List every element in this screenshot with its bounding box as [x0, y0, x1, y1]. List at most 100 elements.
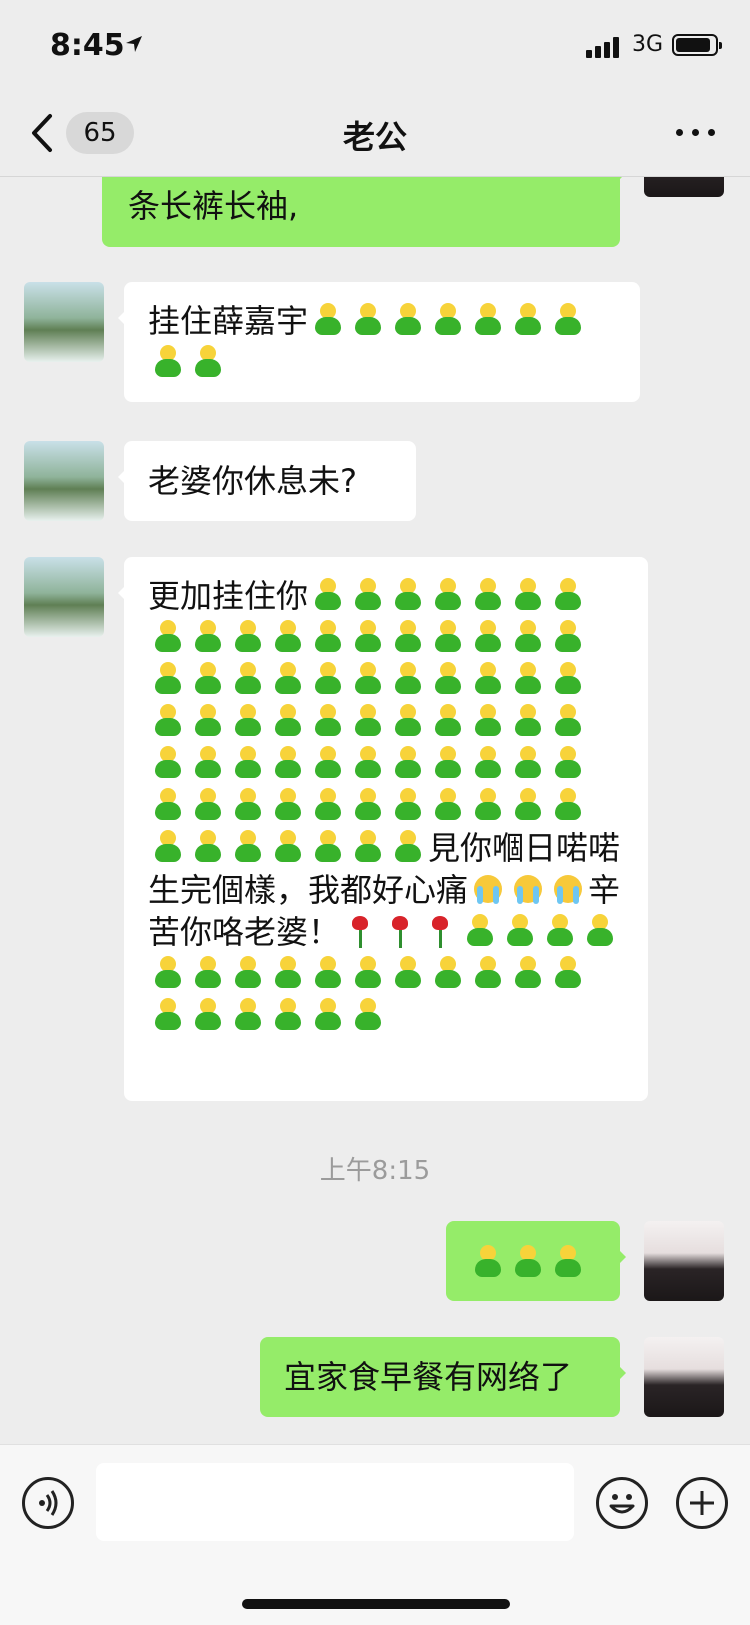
- bean-emoji-icon: [351, 830, 385, 864]
- bean-emoji-icon: [431, 704, 465, 738]
- emoji-picker-icon[interactable]: [596, 1477, 648, 1529]
- bean-emoji-icon: [431, 662, 465, 696]
- bean-emoji-icon: [503, 914, 537, 948]
- add-attachment-icon[interactable]: [676, 1477, 728, 1529]
- bean-emoji-icon: [431, 303, 465, 337]
- bean-emoji-icon: [191, 345, 225, 379]
- bean-emoji-icon: [551, 1245, 585, 1279]
- bean-emoji-icon: [231, 746, 265, 780]
- bean-emoji-icon: [151, 956, 185, 990]
- message-bubble-incoming[interactable]: 挂住薛嘉宇: [118, 282, 640, 402]
- bean-emoji-icon: [511, 662, 545, 696]
- bean-emoji-icon: [151, 662, 185, 696]
- chat-title: 老公: [342, 118, 407, 156]
- bean-emoji-icon: [471, 704, 505, 738]
- emoji-run: [148, 577, 588, 867]
- emoji-run: [468, 871, 588, 909]
- bean-emoji-icon: [583, 914, 617, 948]
- bean-emoji-icon: [271, 704, 305, 738]
- signal-icon: [586, 36, 622, 58]
- bean-emoji-icon: [391, 578, 425, 612]
- rose-emoji-icon: [383, 914, 417, 948]
- message-input[interactable]: [96, 1463, 574, 1541]
- bean-emoji-icon: [271, 830, 305, 864]
- more-options-icon[interactable]: [676, 120, 716, 144]
- chat-area[interactable]: 条长裤长袖, 挂住薛嘉宇 老婆你休息未? 更加挂住你 見你嗰日喏喏生完個樣，我都好…: [0, 177, 750, 1444]
- avatar-self[interactable]: [644, 1221, 724, 1301]
- bean-emoji-icon: [311, 956, 345, 990]
- bean-emoji-icon: [551, 662, 585, 696]
- bean-emoji-icon: [551, 620, 585, 654]
- bean-emoji-icon: [271, 998, 305, 1032]
- bean-emoji-icon: [391, 788, 425, 822]
- bean-emoji-icon: [471, 746, 505, 780]
- bean-emoji-icon: [151, 345, 185, 379]
- voice-input-icon[interactable]: [22, 1477, 74, 1529]
- bean-emoji-icon: [311, 303, 345, 337]
- network-type: 3G: [632, 32, 664, 57]
- avatar-self[interactable]: [644, 1337, 724, 1417]
- bean-emoji-icon: [511, 746, 545, 780]
- bean-emoji-icon: [191, 956, 225, 990]
- location-arrow-icon: [126, 36, 142, 52]
- bean-emoji-icon: [311, 998, 345, 1032]
- bean-emoji-icon: [151, 788, 185, 822]
- bean-emoji-icon: [351, 788, 385, 822]
- bean-emoji-icon: [431, 788, 465, 822]
- status-time: 8:45: [50, 28, 125, 63]
- message-bubble-incoming[interactable]: 老婆你休息未?: [118, 441, 416, 521]
- avatar-self[interactable]: [644, 177, 724, 197]
- bean-emoji-icon: [191, 788, 225, 822]
- avatar-contact[interactable]: [24, 282, 104, 362]
- message-text: 宜家食早餐有网络了: [284, 1358, 573, 1396]
- message-bubble-outgoing[interactable]: 宜家食早餐有网络了: [260, 1337, 626, 1417]
- bean-emoji-icon: [191, 830, 225, 864]
- rose-emoji-icon: [423, 914, 457, 948]
- bean-emoji-icon: [271, 620, 305, 654]
- message-bubble-outgoing[interactable]: 条长裤长袖,: [102, 177, 626, 247]
- message-text: 条长裤长袖,: [128, 187, 299, 225]
- bean-emoji-icon: [351, 578, 385, 612]
- emoji-row: [468, 1244, 588, 1282]
- avatar-contact[interactable]: [24, 441, 104, 521]
- bean-emoji-icon: [311, 830, 345, 864]
- bean-emoji-icon: [543, 914, 577, 948]
- emoji-run: [340, 913, 460, 951]
- bean-emoji-icon: [551, 704, 585, 738]
- bean-emoji-icon: [271, 662, 305, 696]
- bean-emoji-icon: [391, 662, 425, 696]
- message-bubble-incoming[interactable]: 更加挂住你 見你嗰日喏喏生完個樣，我都好心痛 辛苦你咯老婆！: [118, 557, 648, 1101]
- bean-emoji-icon: [151, 620, 185, 654]
- bean-emoji-icon: [511, 578, 545, 612]
- bean-emoji-icon: [231, 662, 265, 696]
- bean-emoji-icon: [471, 620, 505, 654]
- avatar-contact[interactable]: [24, 557, 104, 637]
- bean-emoji-icon: [311, 662, 345, 696]
- bean-emoji-icon: [351, 620, 385, 654]
- bean-emoji-icon: [471, 956, 505, 990]
- bean-emoji-icon: [511, 956, 545, 990]
- bean-emoji-icon: [311, 704, 345, 738]
- crying-emoji-icon: [511, 872, 545, 906]
- bean-emoji-icon: [463, 914, 497, 948]
- bean-emoji-icon: [551, 578, 585, 612]
- bean-emoji-icon: [191, 746, 225, 780]
- bean-emoji-icon: [551, 746, 585, 780]
- bean-emoji-icon: [191, 662, 225, 696]
- message-timestamp: 上午8:15: [319, 1156, 431, 1186]
- bean-emoji-icon: [351, 956, 385, 990]
- bean-emoji-icon: [191, 620, 225, 654]
- bean-emoji-icon: [551, 788, 585, 822]
- bean-emoji-icon: [231, 956, 265, 990]
- bean-emoji-icon: [191, 998, 225, 1032]
- home-indicator: [242, 1599, 510, 1609]
- nav-bar: 65 老公: [0, 92, 750, 177]
- bean-emoji-icon: [471, 578, 505, 612]
- bean-emoji-icon: [271, 956, 305, 990]
- bean-emoji-icon: [231, 788, 265, 822]
- crying-emoji-icon: [471, 872, 505, 906]
- bean-emoji-icon: [151, 746, 185, 780]
- message-bubble-outgoing[interactable]: [446, 1221, 626, 1301]
- bean-emoji-icon: [511, 620, 545, 654]
- bean-emoji-icon: [151, 998, 185, 1032]
